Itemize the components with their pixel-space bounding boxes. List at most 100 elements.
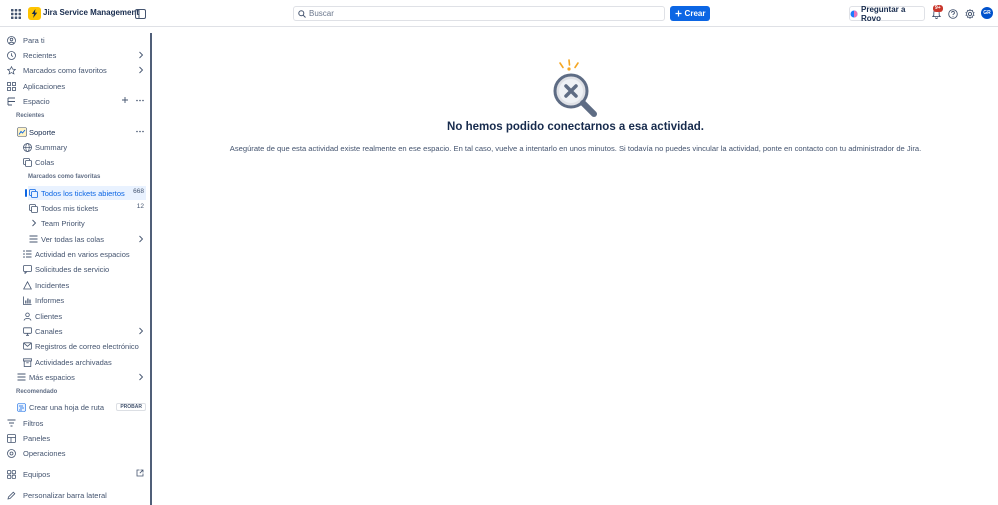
chat-icon	[22, 264, 33, 275]
sidebar-item-email-logs[interactable]: Registros de correo electrónico	[22, 339, 146, 353]
section-starred: Marcados como favoritas	[28, 174, 101, 180]
sidebar-item-create-roadmap[interactable]: Crear una hoja de ruta PROBAR	[16, 400, 146, 414]
queue-item-team-priority[interactable]: Team Priority	[28, 216, 146, 230]
archive-icon	[22, 357, 33, 368]
sidebar-item-filters[interactable]: Filtros	[6, 416, 146, 430]
queue-icon	[28, 203, 39, 214]
sidebar-item-cross-space-activity[interactable]: Actividad en varios espacios	[22, 247, 146, 261]
sidebar-item-label: Incidentes	[35, 280, 70, 290]
create-label: Crear	[684, 9, 706, 18]
space-icon	[6, 96, 17, 107]
search-input[interactable]: Buscar	[293, 6, 665, 21]
sidebar-item-label: Registros de correo electrónico	[35, 341, 139, 351]
sidebar-item-label: Todos los tickets abiertos	[41, 188, 125, 198]
bar-chart-icon	[22, 295, 33, 306]
queue-item-all-open-tickets[interactable]: Todos los tickets abiertos 668	[28, 186, 146, 200]
ask-rovo-button[interactable]: Preguntar a Rovo	[849, 4, 925, 23]
sidebar-item-label: Clientes	[35, 311, 63, 321]
sidebar-item-recent[interactable]: Recientes	[6, 48, 146, 62]
notifications-badge: 9+	[933, 5, 943, 12]
sidebar-item-operations[interactable]: Operaciones	[6, 446, 146, 460]
settings-icon[interactable]	[962, 6, 978, 22]
sidebar-item-label: Crear una hoja de ruta	[29, 402, 105, 412]
sidebar-item-label: Equipos	[23, 469, 51, 479]
app-name[interactable]: Jira Service Management	[43, 8, 139, 17]
queue-icon	[28, 188, 39, 199]
star-icon	[6, 65, 17, 76]
app-switcher-icon[interactable]	[8, 6, 24, 22]
sidebar-item-label: Espacio	[23, 96, 50, 106]
active-indicator	[25, 189, 27, 197]
apps-grid-icon	[6, 81, 17, 92]
sidebar-item-customize[interactable]: Personalizar barra lateral	[6, 488, 146, 502]
sidebar-item-customers[interactable]: Clientes	[22, 309, 146, 323]
sidebar-item-queues[interactable]: Colas	[22, 155, 146, 169]
chevron-right-icon[interactable]	[138, 327, 144, 335]
sidebar-item-project-soporte[interactable]: Soporte	[16, 125, 146, 139]
chevron-right-icon[interactable]	[138, 51, 144, 59]
create-button[interactable]: Crear	[670, 6, 710, 21]
sidebar-item-view-all-queues[interactable]: Ver todas las colas	[28, 232, 146, 246]
empty-state-title: No hemos podido conectarnos a esa activi…	[447, 121, 704, 133]
more-icon[interactable]	[136, 130, 144, 133]
sidebar-item-summary[interactable]: Summary	[22, 140, 146, 154]
search-placeholder: Buscar	[309, 9, 334, 18]
sidebar-item-label: Más espacios	[29, 372, 75, 382]
external-link-icon[interactable]	[136, 469, 144, 477]
queue-count: 668	[133, 188, 144, 195]
try-badge[interactable]: PROBAR	[116, 403, 146, 411]
empty-state-description: Asegúrate de que esta actividad existe r…	[229, 144, 922, 153]
queue-item-my-tickets[interactable]: Todos mis tickets 12	[28, 201, 146, 215]
sidebar-item-label: Actividades archivadas	[35, 357, 112, 367]
chevron-right-icon[interactable]	[138, 66, 144, 74]
sidebar-item-label: Colas	[35, 157, 55, 167]
team-icon	[6, 469, 17, 480]
sidebar-item-for-you[interactable]: Para ti	[6, 33, 146, 47]
list-bullets-icon	[22, 249, 33, 260]
sidebar-item-space[interactable]: Espacio	[6, 94, 146, 108]
more-icon[interactable]	[136, 99, 144, 102]
sidebar-item-label: Para ti	[23, 35, 45, 45]
sidebar-item-label: Summary	[35, 142, 68, 152]
sidebar-item-more-spaces[interactable]: Más espacios	[16, 370, 146, 384]
plus-icon	[675, 10, 682, 17]
sidebar-item-teams[interactable]: Equipos	[6, 467, 146, 481]
operations-icon	[6, 448, 17, 459]
sidebar-item-reports[interactable]: Informes	[22, 293, 146, 307]
monitor-icon	[22, 326, 33, 337]
filter-icon	[6, 418, 17, 429]
list-icon	[28, 234, 39, 245]
sidebar-item-apps[interactable]: Aplicaciones	[6, 79, 146, 93]
sidebar-scrollbar[interactable]	[150, 33, 152, 505]
edit-icon	[6, 490, 17, 501]
list-icon	[16, 372, 27, 383]
rovo-label: Preguntar a Rovo	[861, 4, 906, 23]
sidebar-toggle-icon[interactable]	[132, 6, 148, 22]
sidebar-item-label: Todos mis tickets	[41, 203, 99, 213]
sidebar-item-label: Operaciones	[23, 448, 66, 458]
person-circle-icon	[6, 35, 17, 46]
section-recommended: Recomendado	[16, 389, 58, 395]
chevron-right-icon[interactable]	[138, 235, 144, 243]
sidebar-item-dashboards[interactable]: Paneles	[6, 431, 146, 445]
help-icon[interactable]	[945, 6, 961, 22]
project-icon	[16, 127, 27, 138]
user-avatar[interactable]: GR	[981, 7, 993, 19]
sidebar-item-label: Ver todas las colas	[41, 234, 104, 244]
globe-icon	[22, 142, 33, 153]
sidebar-item-label: Paneles	[23, 433, 51, 443]
sidebar-item-incidents[interactable]: Incidentes	[22, 278, 146, 292]
chevron-right-icon[interactable]	[138, 373, 144, 381]
dashboard-icon	[6, 433, 17, 444]
sidebar-item-archived[interactable]: Actividades archivadas	[22, 355, 146, 369]
jira-logo-icon[interactable]	[28, 7, 41, 20]
sidebar-item-label: Solicitudes de servicio	[35, 264, 110, 274]
sidebar-item-label: Actividad en varios espacios	[35, 249, 130, 259]
roadmap-icon	[16, 402, 27, 413]
sidebar-item-service-requests[interactable]: Solicitudes de servicio	[22, 262, 146, 276]
plus-icon[interactable]	[121, 96, 129, 104]
top-navigation: Jira Service Management Buscar Crear Pre…	[0, 0, 998, 27]
sidebar-item-channels[interactable]: Canales	[22, 324, 146, 338]
sidebar-item-starred[interactable]: Marcados como favoritos	[6, 63, 146, 77]
chevron-right-icon[interactable]	[28, 218, 39, 229]
